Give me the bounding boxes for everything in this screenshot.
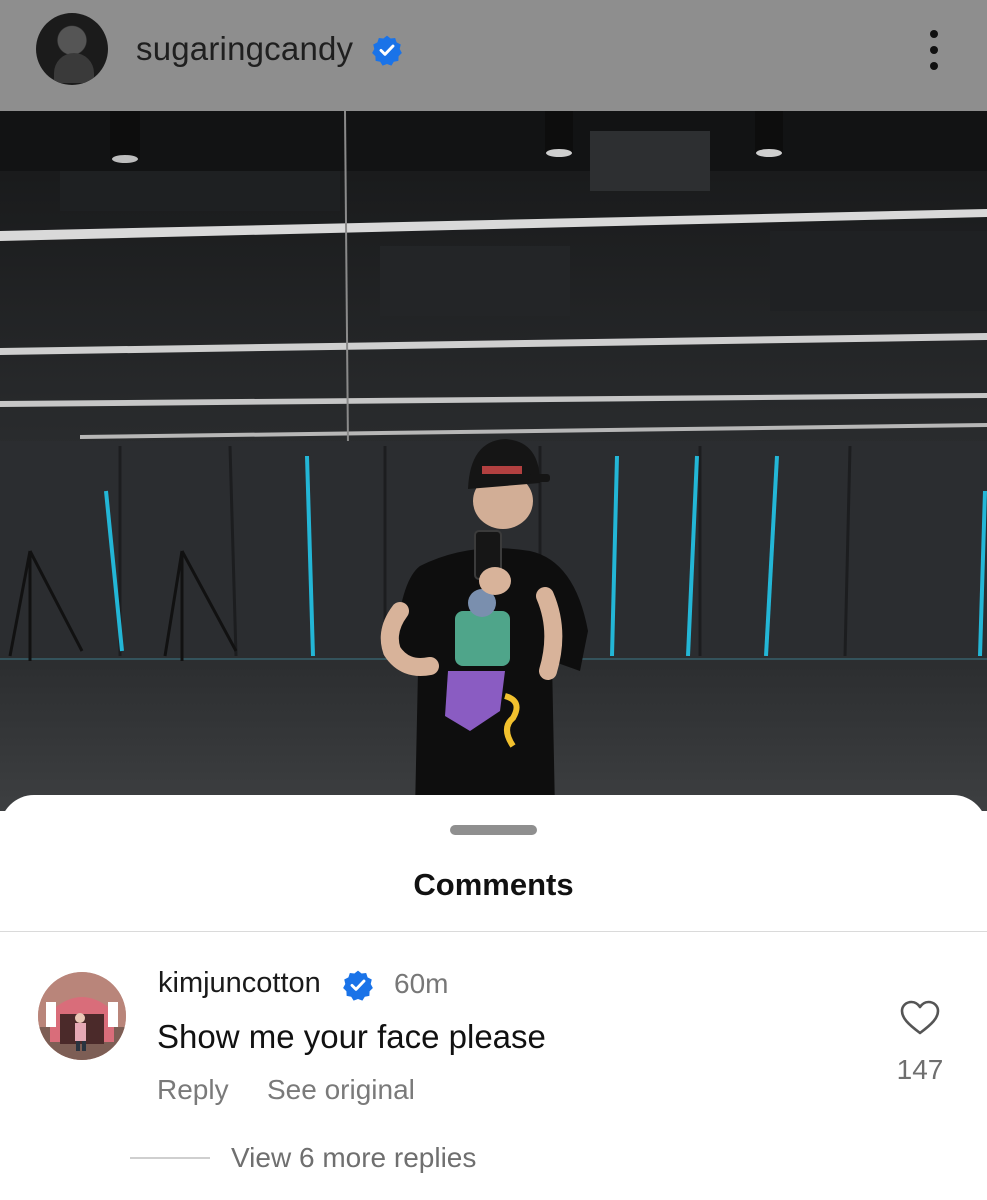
author-avatar[interactable]	[36, 13, 108, 85]
commenter-avatar-image	[38, 972, 126, 1060]
author-username[interactable]: sugaringcandy	[136, 30, 353, 68]
comment-text: Show me your face please	[157, 1018, 546, 1055]
commenter-avatar[interactable]	[38, 972, 126, 1060]
like-count: 147	[896, 1054, 944, 1085]
sheet-title: Comments	[413, 867, 574, 902]
comments-sheet: Comments kimjuncotton 60m Show me your f…	[0, 795, 987, 1200]
reply-button[interactable]: Reply	[157, 1074, 229, 1106]
verified-badge-icon	[372, 35, 402, 66]
see-original-button[interactable]: See original	[267, 1074, 415, 1106]
post-header: sugaringcandy	[0, 0, 987, 111]
comment-timestamp: 60m	[394, 968, 449, 999]
more-options-icon[interactable]	[918, 28, 950, 72]
replies-divider-line	[130, 1157, 210, 1159]
sheet-divider	[0, 931, 987, 932]
heart-icon[interactable]	[900, 1000, 940, 1036]
sheet-drag-handle[interactable]	[450, 825, 537, 835]
commenter-username[interactable]: kimjuncotton	[158, 967, 321, 1000]
view-more-replies-button[interactable]: View 6 more replies	[231, 1142, 476, 1174]
post-photo[interactable]	[0, 111, 987, 811]
verified-badge-icon	[343, 970, 373, 1001]
photo-scene	[0, 111, 987, 811]
